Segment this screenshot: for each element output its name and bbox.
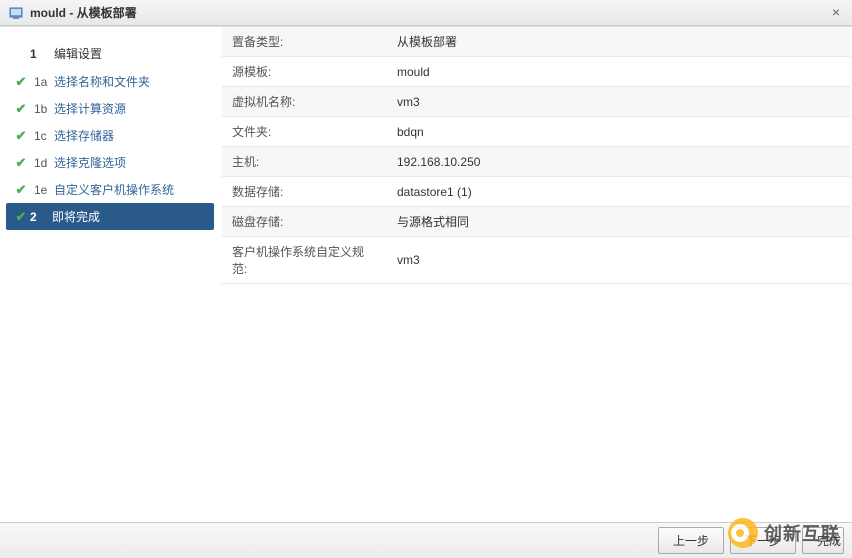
- row-source-template: 源模板: mould: [222, 57, 850, 87]
- step-num: 2: [30, 210, 48, 224]
- summary-label: 客户机操作系统自定义规范:: [222, 237, 387, 284]
- step-select-name-folder[interactable]: ✔ 1a 选择名称和文件夹: [0, 68, 220, 95]
- row-guest-os-customization: 客户机操作系统自定义规范: vm3: [222, 237, 850, 284]
- check-icon: ✔: [12, 209, 30, 225]
- step-sub-num: 1d: [30, 156, 54, 170]
- row-provision-type: 置备类型: 从模板部署: [222, 27, 850, 57]
- back-button[interactable]: 上一步: [658, 527, 724, 554]
- check-icon: ✔: [12, 182, 30, 198]
- step-label: 选择计算资源: [54, 100, 126, 117]
- summary-label: 磁盘存储:: [222, 207, 387, 237]
- wizard-footer: 上一步 下一步 完成: [0, 522, 852, 558]
- next-button[interactable]: 下一步: [730, 527, 796, 554]
- step-clone-options[interactable]: ✔ 1d 选择克隆选项: [0, 149, 220, 176]
- row-disk-storage: 磁盘存储: 与源格式相同: [222, 207, 850, 237]
- step-label: 自定义客户机操作系统: [54, 181, 174, 198]
- step-group-label: 编辑设置: [54, 45, 102, 62]
- check-icon: ✔: [12, 101, 30, 117]
- wizard-steps-sidebar: 1 编辑设置 ✔ 1a 选择名称和文件夹 ✔ 1b 选择计算资源 ✔ 1c 选择…: [0, 27, 220, 522]
- step-label: 选择存储器: [54, 127, 114, 144]
- summary-value: mould: [387, 57, 850, 87]
- step-group-header: 1 编辑设置: [0, 39, 220, 68]
- summary-value: datastore1 (1): [387, 177, 850, 207]
- summary-label: 置备类型:: [222, 27, 387, 57]
- summary-label: 数据存储:: [222, 177, 387, 207]
- deploy-template-icon: [8, 5, 24, 21]
- step-sub-num: 1b: [30, 102, 54, 116]
- summary-label: 主机:: [222, 147, 387, 177]
- row-host: 主机: 192.168.10.250: [222, 147, 850, 177]
- summary-value: 从模板部署: [387, 27, 850, 57]
- close-icon[interactable]: ×: [828, 5, 844, 21]
- summary-value: 192.168.10.250: [387, 147, 850, 177]
- row-vm-name: 虚拟机名称: vm3: [222, 87, 850, 117]
- summary-panel: 置备类型: 从模板部署 源模板: mould 虚拟机名称: vm3 文件夹: b…: [220, 27, 852, 522]
- summary-value: bdqn: [387, 117, 850, 147]
- summary-value: vm3: [387, 87, 850, 117]
- wizard-body: 1 编辑设置 ✔ 1a 选择名称和文件夹 ✔ 1b 选择计算资源 ✔ 1c 选择…: [0, 26, 852, 522]
- check-icon: ✔: [12, 155, 30, 171]
- window-title: mould - 从模板部署: [30, 4, 137, 21]
- titlebar: mould - 从模板部署 ×: [0, 0, 852, 26]
- summary-label: 文件夹:: [222, 117, 387, 147]
- step-group-num: 1: [30, 47, 50, 61]
- step-sub-num: 1e: [30, 183, 54, 197]
- step-label: 即将完成: [52, 208, 100, 225]
- step-select-compute[interactable]: ✔ 1b 选择计算资源: [0, 95, 220, 122]
- check-icon: ✔: [12, 128, 30, 144]
- step-label: 选择名称和文件夹: [54, 73, 150, 90]
- summary-label: 虚拟机名称:: [222, 87, 387, 117]
- step-sub-num: 1c: [30, 129, 54, 143]
- summary-table: 置备类型: 从模板部署 源模板: mould 虚拟机名称: vm3 文件夹: b…: [222, 27, 850, 284]
- step-select-storage[interactable]: ✔ 1c 选择存储器: [0, 122, 220, 149]
- step-ready-complete[interactable]: ✔ 2 即将完成: [6, 203, 214, 230]
- step-sub-num: 1a: [30, 75, 54, 89]
- step-label: 选择克隆选项: [54, 154, 126, 171]
- summary-value: vm3: [387, 237, 850, 284]
- step-customize-guest-os[interactable]: ✔ 1e 自定义客户机操作系统: [0, 176, 220, 203]
- row-folder: 文件夹: bdqn: [222, 117, 850, 147]
- summary-value: 与源格式相同: [387, 207, 850, 237]
- row-datastore: 数据存储: datastore1 (1): [222, 177, 850, 207]
- check-icon: ✔: [12, 74, 30, 90]
- finish-button[interactable]: 完成: [802, 527, 844, 554]
- summary-label: 源模板:: [222, 57, 387, 87]
